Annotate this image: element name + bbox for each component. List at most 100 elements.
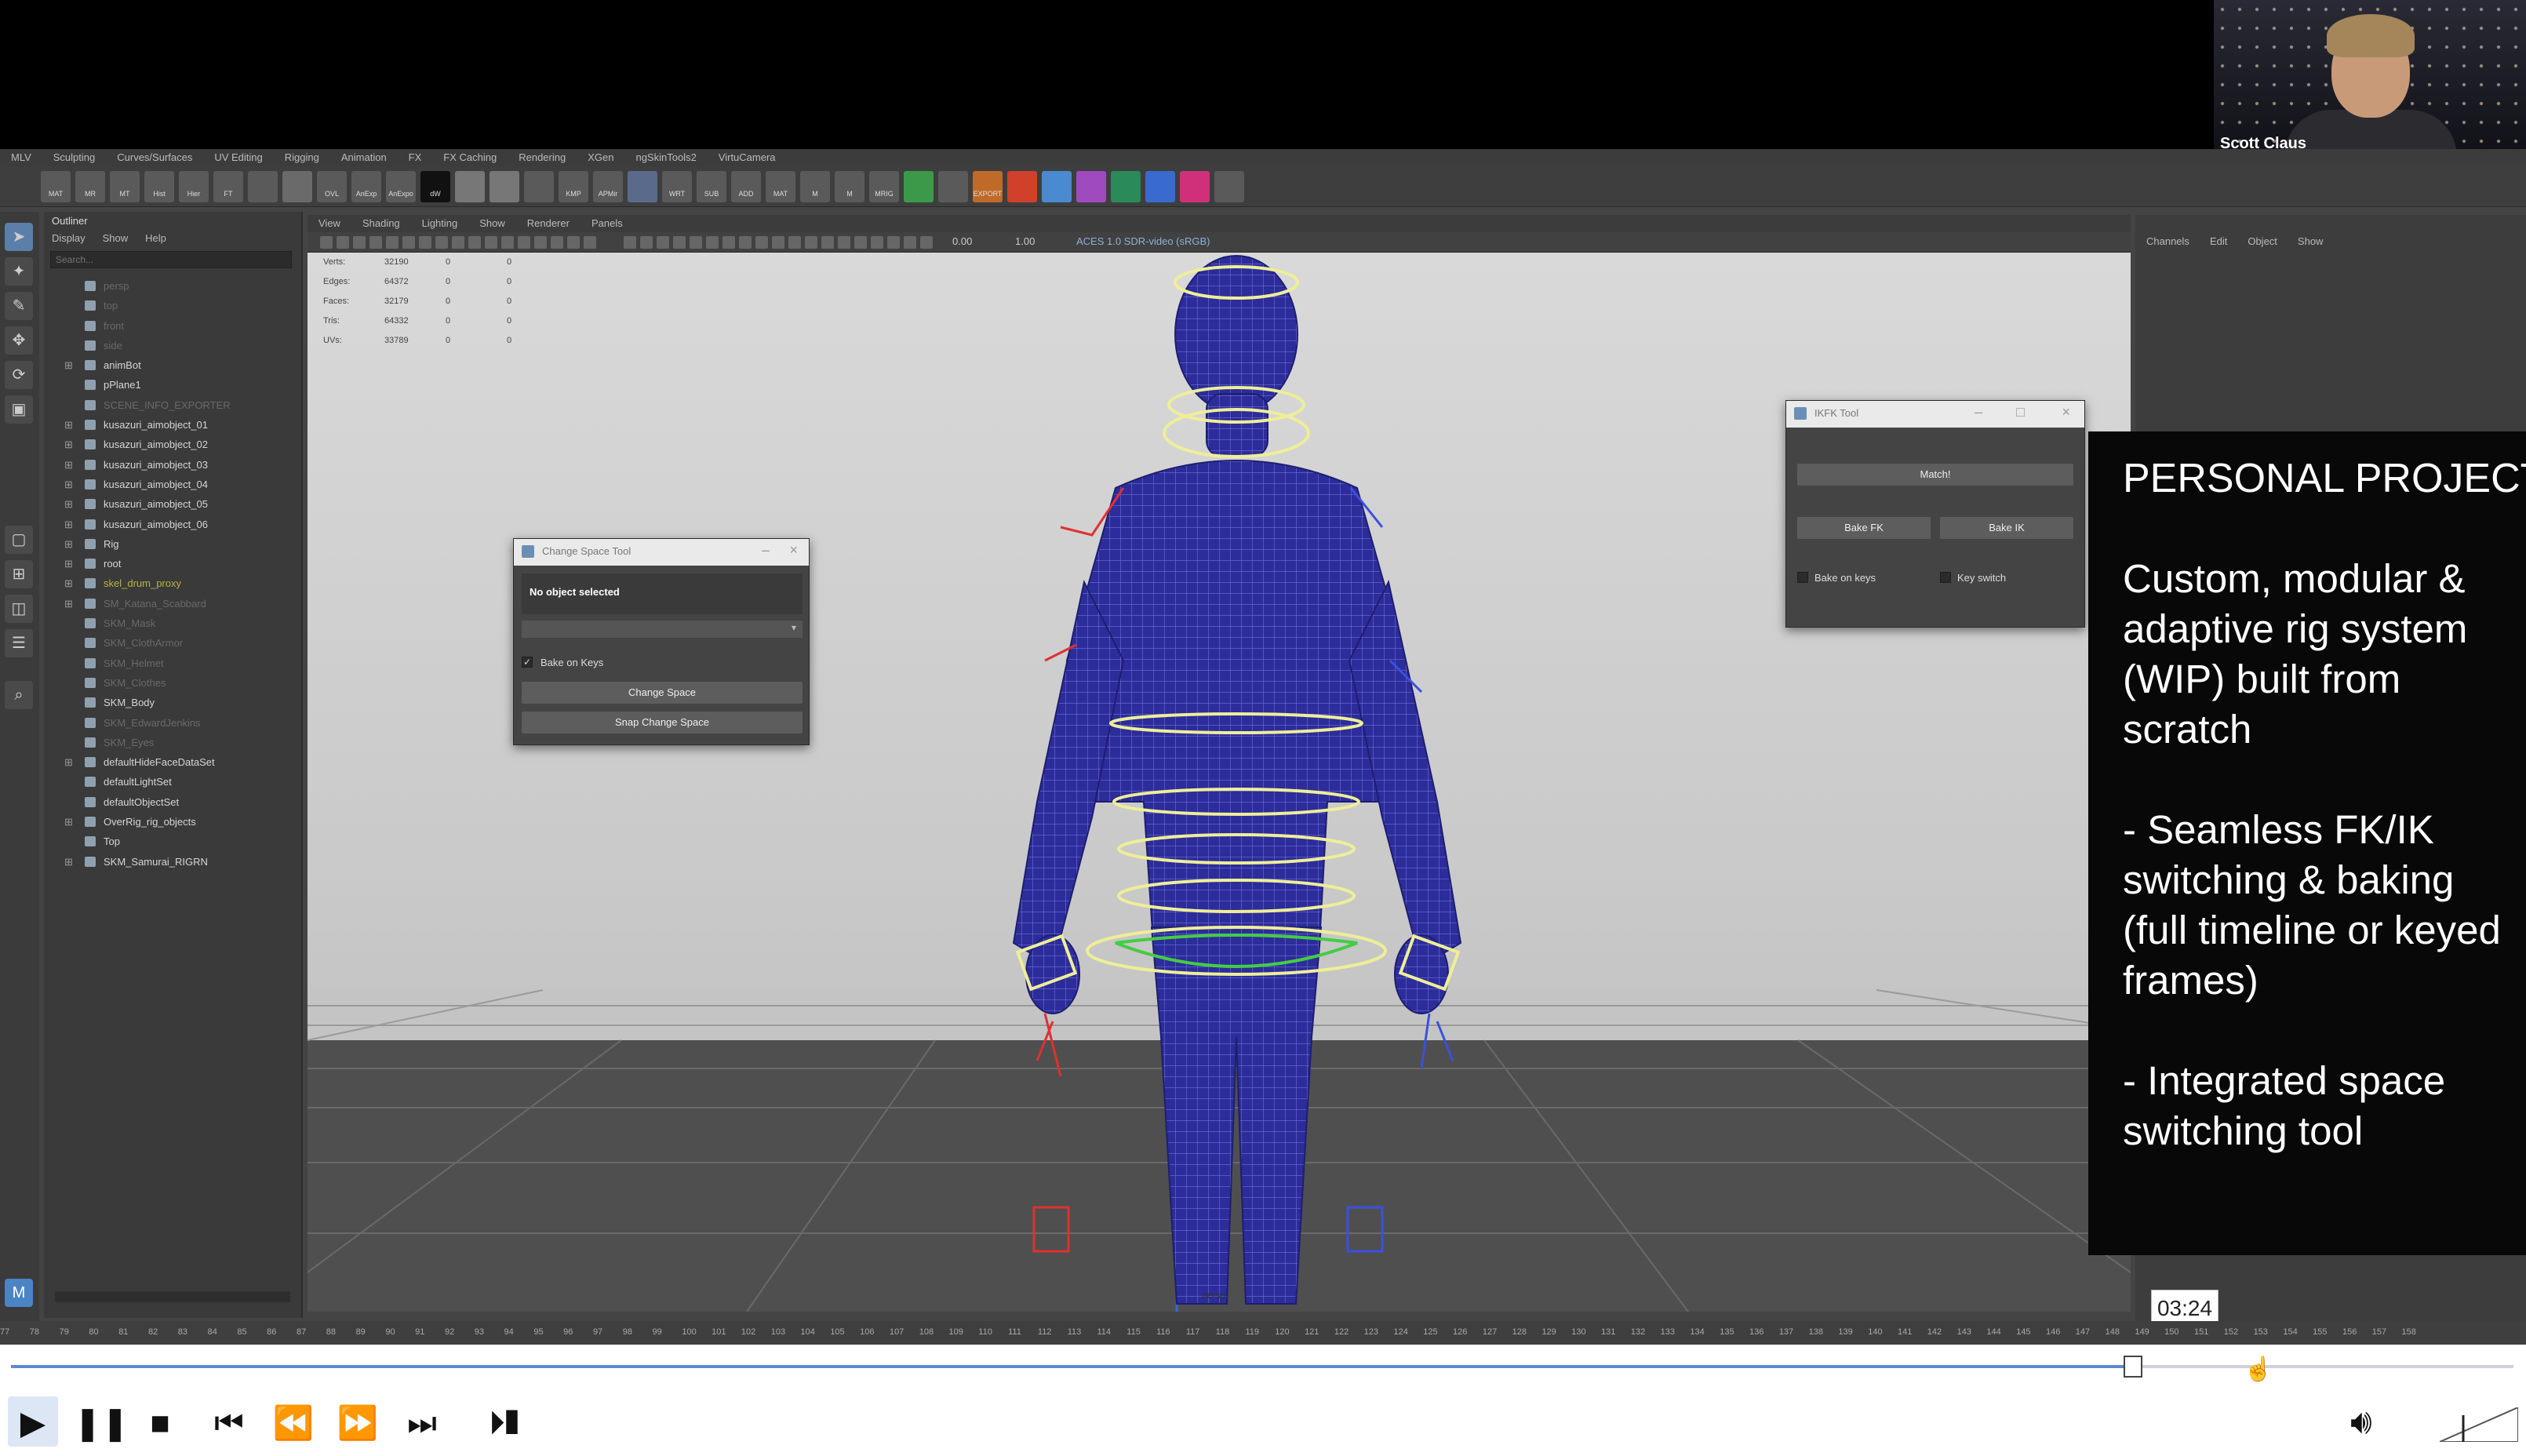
exposure-value[interactable]: 0.00 bbox=[952, 235, 972, 247]
zoom-icon[interactable]: ⌕ bbox=[5, 681, 33, 709]
viewport-tool-icon[interactable] bbox=[690, 236, 702, 249]
scale-tool-icon[interactable]: ▣ bbox=[5, 395, 33, 424]
expand-icon[interactable]: ⊞ bbox=[64, 852, 73, 872]
channel-box-menu-item[interactable]: Channels bbox=[2146, 235, 2189, 247]
viewport-menu-item[interactable]: Panels bbox=[581, 215, 634, 231]
expand-icon[interactable]: ⊞ bbox=[64, 515, 73, 534]
shelf-button[interactable] bbox=[1042, 171, 1072, 202]
shelf-button[interactable] bbox=[490, 171, 519, 202]
viewport-tool-icon[interactable] bbox=[772, 236, 784, 249]
menu-item[interactable]: Sculpting bbox=[42, 149, 106, 166]
maximize-icon[interactable]: □ bbox=[2016, 404, 2025, 420]
viewport-tool-icon[interactable] bbox=[821, 236, 834, 249]
outliner-item[interactable]: defaultObjectSet bbox=[63, 792, 290, 812]
viewport-tool-icon[interactable] bbox=[624, 236, 636, 249]
minimize-icon[interactable]: – bbox=[762, 542, 770, 559]
viewport-tool-icon[interactable] bbox=[755, 236, 768, 249]
viewport-tool-icon[interactable] bbox=[320, 236, 333, 249]
seek-handle[interactable] bbox=[2124, 1356, 2142, 1378]
outliner-item[interactable]: persp bbox=[63, 276, 290, 296]
viewport-tool-icon[interactable] bbox=[871, 236, 883, 249]
outliner-item[interactable]: SKM_Helmet bbox=[63, 653, 290, 673]
outliner-item[interactable]: ⊞ skel_drum_proxy bbox=[63, 573, 290, 593]
outliner-item[interactable]: defaultLightSet bbox=[63, 772, 290, 792]
viewport-tool-icon[interactable] bbox=[369, 236, 382, 249]
menu-item[interactable]: UV Editing bbox=[203, 149, 273, 166]
shelf-button[interactable]: dW bbox=[420, 171, 450, 202]
viewport-menu-item[interactable]: Show bbox=[468, 215, 516, 231]
outliner-item[interactable]: SKM_ClothArmor bbox=[63, 633, 290, 653]
shelf-button[interactable]: KMP bbox=[559, 171, 588, 202]
viewport-tool-icon[interactable] bbox=[452, 236, 464, 249]
outliner-item[interactable]: SKM_Mask bbox=[63, 613, 290, 633]
colorspace-dropdown[interactable]: ACES 1.0 SDR-video (sRGB) bbox=[1076, 235, 1210, 247]
menu-item[interactable]: XGen bbox=[577, 149, 624, 166]
expand-icon[interactable]: ⊞ bbox=[64, 415, 73, 435]
shelf-button[interactable] bbox=[628, 171, 657, 202]
skip-end-icon[interactable]: ⏭ bbox=[400, 1401, 444, 1445]
ikfk-titlebar[interactable]: IKFK Tool – □ × bbox=[1786, 401, 2084, 428]
outliner-item[interactable]: top bbox=[63, 296, 290, 315]
expand-icon[interactable]: ⊞ bbox=[64, 573, 73, 593]
shelf-button[interactable] bbox=[524, 171, 554, 202]
shelf-button[interactable]: SUB bbox=[697, 171, 726, 202]
viewport-tool-icon[interactable] bbox=[739, 236, 752, 249]
viewport-tool-icon[interactable] bbox=[337, 236, 349, 249]
outliner-menu-item[interactable]: Display bbox=[52, 232, 86, 244]
outliner-item[interactable]: ⊞ kusazuri_aimobject_06 bbox=[63, 515, 290, 534]
viewport-tool-icon[interactable] bbox=[435, 236, 448, 249]
viewport-tool-icon[interactable] bbox=[402, 236, 415, 249]
viewport-tool-icon[interactable] bbox=[551, 236, 563, 249]
bake-on-keys-checkbox[interactable]: ✓ bbox=[522, 657, 533, 668]
outliner-item[interactable]: side bbox=[63, 336, 290, 355]
outliner-item[interactable]: pPlane1 bbox=[63, 375, 290, 395]
expand-icon[interactable]: ⊞ bbox=[64, 475, 73, 494]
outliner-item[interactable]: SKM_EdwardJenkins bbox=[63, 713, 290, 733]
shelf-button[interactable]: EXPORT bbox=[973, 171, 1003, 202]
viewport-tool-icon[interactable] bbox=[485, 236, 497, 249]
expand-icon[interactable]: ⊞ bbox=[64, 494, 73, 514]
shelf-button[interactable]: MT bbox=[110, 171, 140, 202]
outliner-item[interactable]: ⊞ defaultHideFaceDataSet bbox=[63, 752, 290, 772]
volume-icon[interactable]: 🔊︎ bbox=[2350, 1403, 2413, 1443]
shelf-button[interactable]: MR bbox=[75, 171, 105, 202]
shelf-button[interactable]: MAT bbox=[41, 171, 71, 202]
minimize-icon[interactable]: – bbox=[1975, 404, 1982, 420]
menu-item[interactable]: ngSkinTools2 bbox=[624, 149, 707, 166]
viewport-menu-item[interactable]: View bbox=[308, 215, 351, 231]
layout-outliner-icon[interactable]: ☰ bbox=[5, 629, 33, 657]
outliner-item[interactable]: SKM_Body bbox=[63, 693, 290, 712]
expand-icon[interactable]: ⊞ bbox=[64, 455, 73, 475]
viewport-tool-icon[interactable] bbox=[887, 236, 900, 249]
bake-ik-button[interactable]: Bake IK bbox=[1940, 517, 2073, 539]
outliner-menu-item[interactable]: Show bbox=[103, 232, 129, 244]
outliner-menu-item[interactable]: Help bbox=[145, 232, 166, 244]
bake-fk-button[interactable]: Bake FK bbox=[1797, 517, 1931, 539]
shelf-button[interactable] bbox=[1076, 171, 1106, 202]
outliner-item[interactable]: SKM_Eyes bbox=[63, 733, 290, 752]
expand-icon[interactable]: ⊞ bbox=[64, 812, 73, 832]
viewport-tool-icon[interactable] bbox=[640, 236, 653, 249]
viewport-tool-icon[interactable] bbox=[706, 236, 719, 249]
shelf-button[interactable] bbox=[1145, 171, 1175, 202]
shelf-button[interactable] bbox=[1214, 171, 1244, 202]
gamma-value[interactable]: 1.00 bbox=[1015, 235, 1035, 247]
rotate-tool-icon[interactable]: ⟳ bbox=[5, 361, 33, 389]
shelf-button[interactable]: M bbox=[835, 171, 864, 202]
shelf-button[interactable]: MRIG bbox=[869, 171, 899, 202]
change-space-titlebar[interactable]: Change Space Tool – × bbox=[514, 539, 809, 566]
outliner-item[interactable]: ⊞ Rig bbox=[63, 534, 290, 554]
viewport-tool-icon[interactable] bbox=[904, 236, 916, 249]
layout-single-icon[interactable]: ▢ bbox=[5, 526, 33, 554]
outliner-item[interactable]: ⊞ kusazuri_aimobject_03 bbox=[63, 455, 290, 475]
viewport-tool-icon[interactable] bbox=[920, 236, 933, 249]
viewport-tool-icon[interactable] bbox=[501, 236, 514, 249]
shelf-button[interactable]: AnExp bbox=[351, 171, 381, 202]
viewport-tool-icon[interactable] bbox=[854, 236, 867, 249]
close-icon[interactable]: × bbox=[789, 542, 798, 559]
lasso-tool-icon[interactable]: ✦ bbox=[5, 257, 33, 286]
outliner-item[interactable]: SKM_Clothes bbox=[63, 673, 290, 693]
snap-change-space-button[interactable]: Snap Change Space bbox=[522, 712, 803, 733]
menu-item[interactable]: VirtuCamera bbox=[708, 149, 787, 166]
viewport-tool-icon[interactable] bbox=[419, 236, 431, 249]
